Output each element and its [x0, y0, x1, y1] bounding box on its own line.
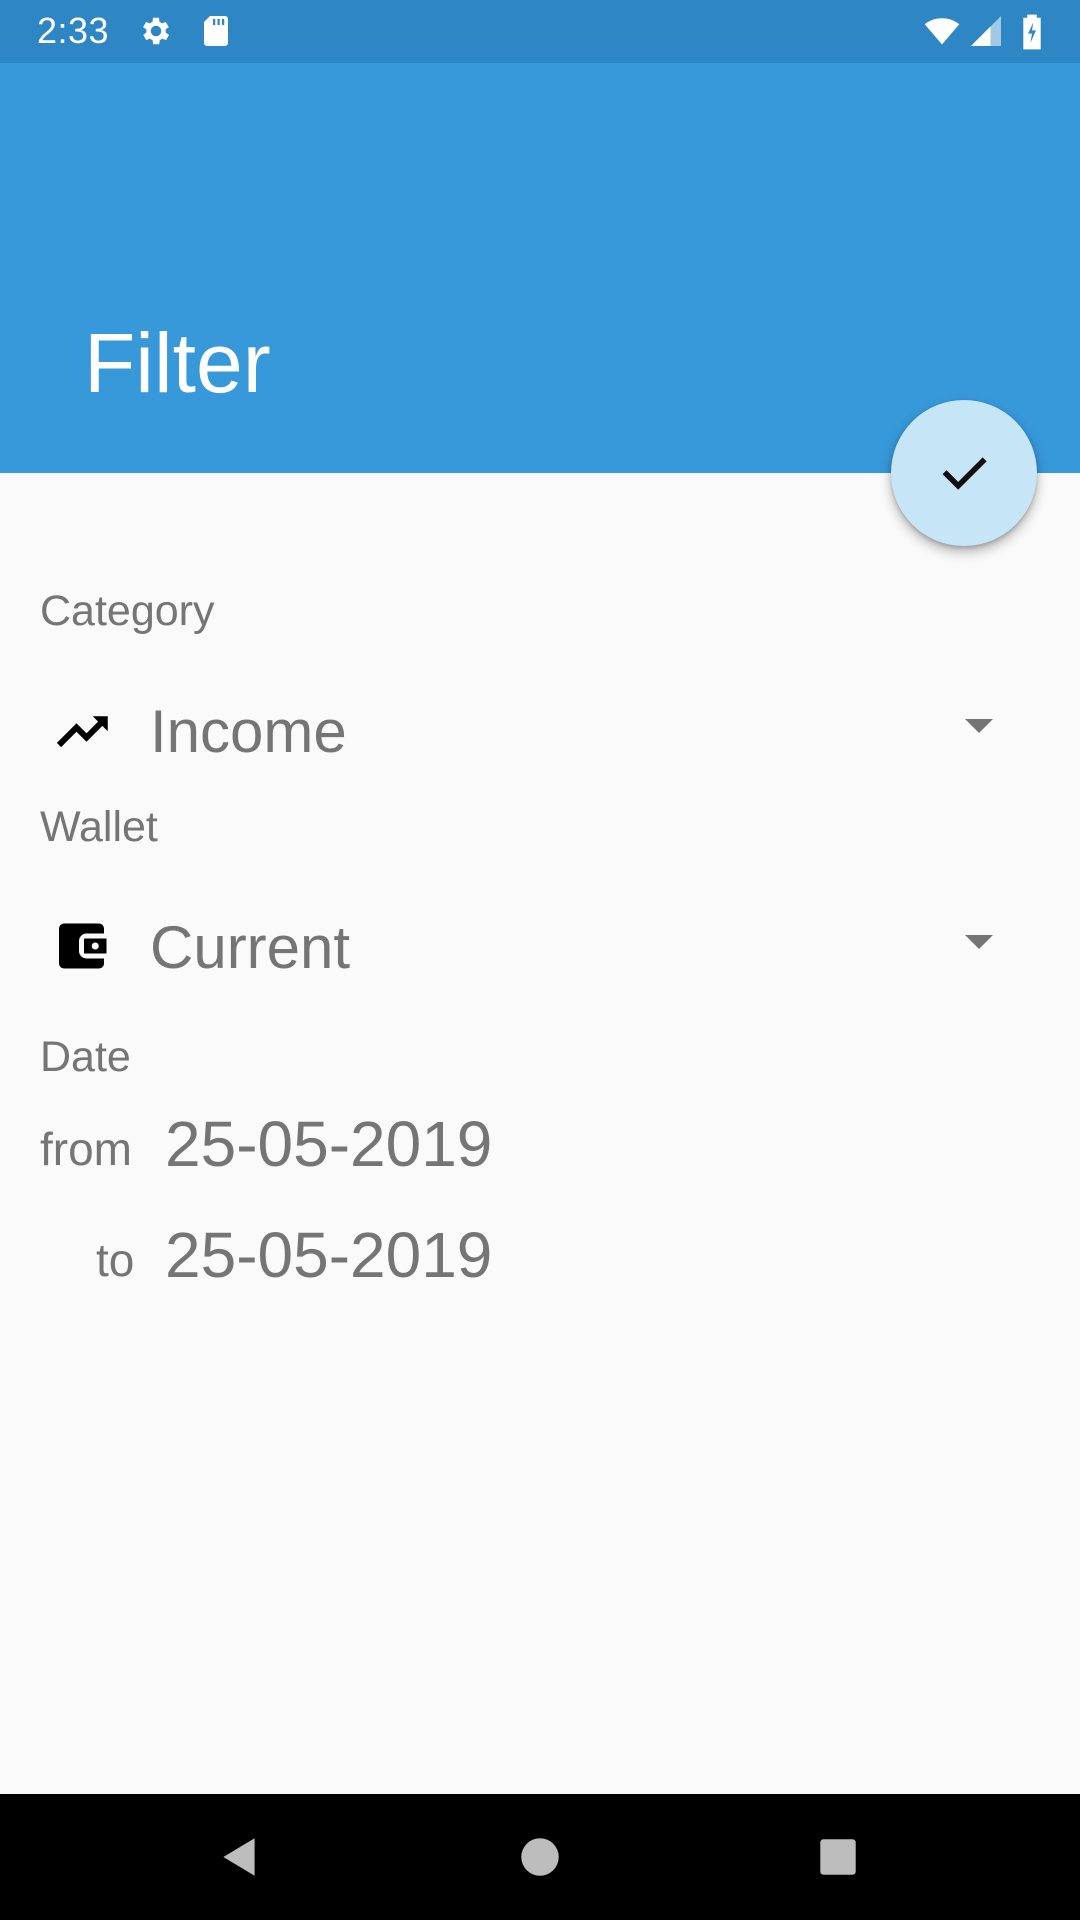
chevron-down-icon: [965, 719, 993, 733]
recents-icon: [820, 1839, 856, 1875]
date-from-label: from: [40, 1123, 132, 1175]
date-to-field[interactable]: 25-05-2019: [165, 1218, 492, 1292]
home-icon: [521, 1838, 559, 1876]
recents-button[interactable]: [778, 1794, 898, 1920]
back-icon: [223, 1838, 255, 1876]
wallet-value: Current: [150, 914, 351, 981]
navigation-bar: [0, 1794, 1080, 1920]
filter-screen: 2:33 Filter Category Income Wallet Curre…: [0, 0, 1080, 1920]
category-label: Category: [40, 587, 215, 635]
gear-icon: [138, 13, 174, 49]
chevron-down-icon: [965, 935, 993, 949]
back-button[interactable]: [180, 1794, 300, 1920]
page-title: Filter: [84, 316, 271, 410]
app-bar: Filter: [0, 63, 1080, 473]
battery-charging-icon: [1018, 13, 1046, 50]
wallet-icon: [59, 923, 107, 969]
status-bar: 2:33: [0, 0, 1080, 63]
category-value: Income: [150, 698, 347, 765]
date-label: Date: [40, 1033, 131, 1081]
wifi-icon: [920, 13, 964, 49]
sd-card-icon: [198, 13, 234, 49]
wallet-label: Wallet: [40, 803, 158, 851]
date-from-field[interactable]: 25-05-2019: [165, 1107, 492, 1181]
apply-filter-button[interactable]: [891, 400, 1037, 546]
home-button[interactable]: [480, 1794, 600, 1920]
date-to-label: to: [96, 1234, 135, 1286]
wallet-dropdown[interactable]: Current: [40, 891, 1000, 1001]
category-dropdown[interactable]: Income: [40, 675, 1000, 785]
status-time: 2:33: [37, 10, 110, 51]
signal-icon: [968, 13, 1004, 49]
trending-up-icon: [56, 716, 108, 748]
check-icon: [942, 457, 987, 490]
